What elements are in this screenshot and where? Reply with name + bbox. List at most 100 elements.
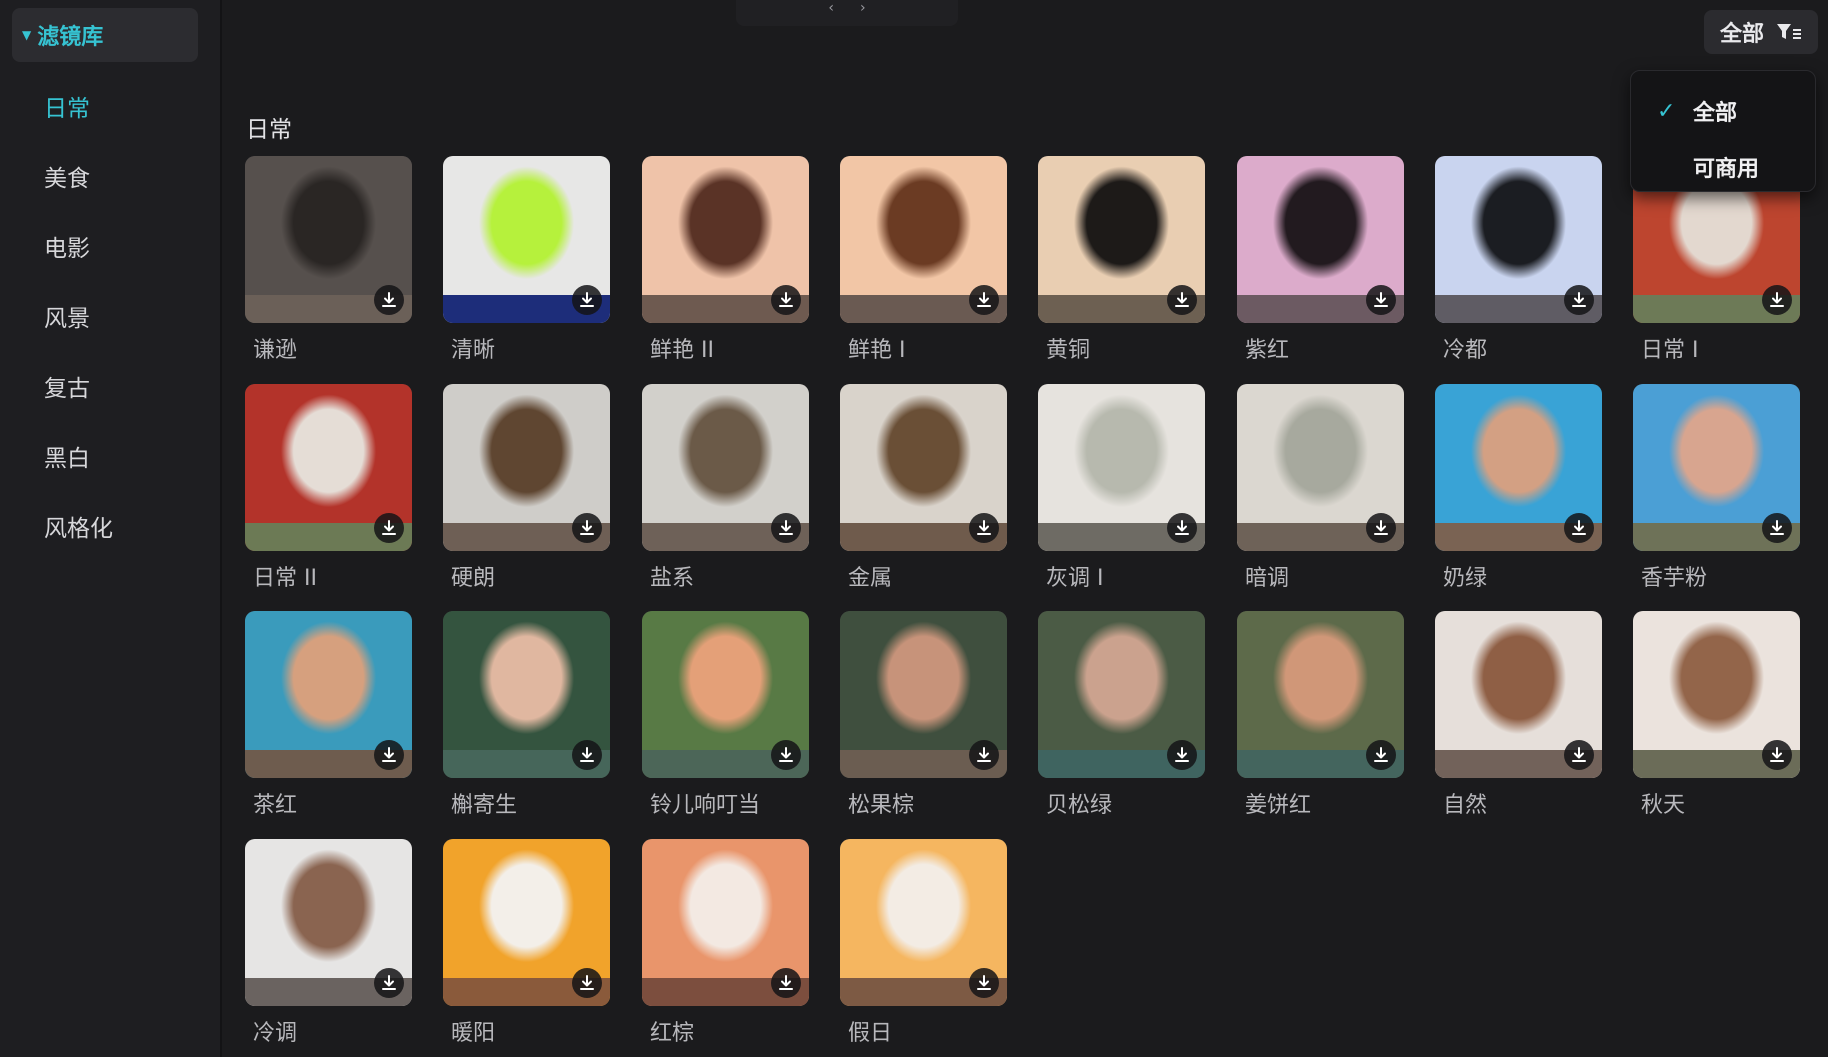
download-icon[interactable] <box>1167 285 1197 315</box>
filter-thumbnail[interactable] <box>642 156 809 323</box>
sidebar-item-category[interactable]: 黑白 <box>0 430 222 500</box>
filter-tile[interactable]: 冷都 <box>1435 156 1602 366</box>
filter-thumbnail[interactable] <box>642 384 809 551</box>
filter-thumbnail[interactable] <box>245 384 412 551</box>
download-icon[interactable] <box>969 740 999 770</box>
filter-thumbnail[interactable] <box>1038 384 1205 551</box>
filter-thumbnail[interactable] <box>1038 611 1205 778</box>
filter-tile[interactable]: 冷调 <box>245 839 412 1049</box>
filter-tile[interactable]: 灰调 I <box>1038 384 1205 594</box>
download-icon[interactable] <box>1167 513 1197 543</box>
filter-thumbnail[interactable] <box>443 384 610 551</box>
filter-tile[interactable]: 红棕 <box>642 839 809 1049</box>
filter-tile[interactable]: 紫红 <box>1237 156 1404 366</box>
download-icon[interactable] <box>1564 740 1594 770</box>
filter-tile[interactable]: 鲜艳 II <box>642 156 809 366</box>
download-icon[interactable] <box>1366 513 1396 543</box>
sidebar-item-category[interactable]: 风格化 <box>0 500 222 570</box>
download-icon[interactable] <box>1366 285 1396 315</box>
filter-tile[interactable]: 秋天 <box>1633 611 1800 821</box>
filter-thumbnail[interactable] <box>245 839 412 1006</box>
download-icon[interactable] <box>969 513 999 543</box>
filter-tile[interactable]: 茶红 <box>245 611 412 821</box>
filter-tile[interactable]: 黄铜 <box>1038 156 1205 366</box>
download-icon[interactable] <box>1564 513 1594 543</box>
filter-tile[interactable]: 暗调 <box>1237 384 1404 594</box>
filter-thumbnail[interactable] <box>1038 156 1205 323</box>
download-icon[interactable] <box>1564 285 1594 315</box>
download-icon[interactable] <box>1167 740 1197 770</box>
filter-thumbnail[interactable] <box>245 156 412 323</box>
filter-tile[interactable]: 姜饼红 <box>1237 611 1404 821</box>
filter-thumbnail[interactable] <box>840 611 1007 778</box>
filter-thumbnail[interactable] <box>1237 384 1404 551</box>
filter-thumbnail[interactable] <box>245 611 412 778</box>
filter-tile[interactable]: 槲寄生 <box>443 611 610 821</box>
filter-tile[interactable]: 盐系 <box>642 384 809 594</box>
download-icon[interactable] <box>969 968 999 998</box>
filter-thumbnail[interactable] <box>443 839 610 1006</box>
download-icon[interactable] <box>771 285 801 315</box>
filter-tile[interactable]: 自然 <box>1435 611 1602 821</box>
download-icon[interactable] <box>771 740 801 770</box>
filter-thumbnail[interactable] <box>642 839 809 1006</box>
filter-tile[interactable]: 日常 II <box>245 384 412 594</box>
filter-thumbnail[interactable] <box>1633 384 1800 551</box>
filter-tile[interactable]: 松果棕 <box>840 611 1007 821</box>
download-icon[interactable] <box>1762 740 1792 770</box>
filter-thumbnail[interactable] <box>840 839 1007 1006</box>
filter-thumbnail[interactable] <box>1435 384 1602 551</box>
filter-thumbnail[interactable] <box>1435 156 1602 323</box>
download-icon[interactable] <box>572 740 602 770</box>
filter-tile[interactable]: 假日 <box>840 839 1007 1049</box>
dropdown-option[interactable]: 可商用 <box>1631 139 1815 195</box>
filter-thumbnail[interactable] <box>1633 611 1800 778</box>
filter-label: 紫红 <box>1245 338 1290 363</box>
download-icon[interactable] <box>572 513 602 543</box>
filter-thumbnail[interactable] <box>443 156 610 323</box>
filter-tile[interactable]: 谦逊 <box>245 156 412 366</box>
sidebar-item-category[interactable]: 复古 <box>0 360 222 430</box>
filter-tile[interactable]: 贝松绿 <box>1038 611 1205 821</box>
sidebar-item-category[interactable]: 日常 <box>0 80 222 150</box>
filter-thumbnail[interactable] <box>840 156 1007 323</box>
filter-tile[interactable]: 铃儿响叮当 <box>642 611 809 821</box>
filter-label: 姜饼红 <box>1245 793 1312 818</box>
download-icon[interactable] <box>1366 740 1396 770</box>
filter-thumbnail[interactable] <box>840 384 1007 551</box>
filter-tile[interactable]: 鲜艳 I <box>840 156 1007 366</box>
filter-tile[interactable]: 香芋粉 <box>1633 384 1800 594</box>
download-icon[interactable] <box>572 285 602 315</box>
download-icon[interactable] <box>771 968 801 998</box>
download-icon[interactable] <box>374 513 404 543</box>
filter-thumbnail[interactable] <box>642 611 809 778</box>
dropdown-option[interactable]: ✓ 全部 <box>1631 83 1815 139</box>
download-icon[interactable] <box>969 285 999 315</box>
section-title: 日常 <box>246 117 292 143</box>
sidebar-item-category[interactable]: 美食 <box>0 150 222 220</box>
download-icon[interactable] <box>374 968 404 998</box>
checkmark-icon: ✓ <box>1657 98 1676 124</box>
filter-thumbnail[interactable] <box>1237 156 1404 323</box>
download-icon[interactable] <box>1762 513 1792 543</box>
sidebar-item-category[interactable]: 风景 <box>0 290 222 360</box>
filter-tile[interactable]: 清晰 <box>443 156 610 366</box>
download-icon[interactable] <box>771 513 801 543</box>
filter-tile[interactable]: 金属 <box>840 384 1007 594</box>
download-icon[interactable] <box>374 285 404 315</box>
download-icon[interactable] <box>1762 285 1792 315</box>
filter-thumbnail[interactable] <box>1435 611 1602 778</box>
filter-dropdown-button[interactable]: 全部 <box>1704 10 1818 54</box>
sidebar-item-category[interactable]: 电影 <box>0 220 222 290</box>
filter-library-header[interactable]: ▼ 滤镜库 <box>12 8 198 62</box>
download-icon[interactable] <box>572 968 602 998</box>
download-icon[interactable] <box>374 740 404 770</box>
filter-label: 贝松绿 <box>1046 793 1113 818</box>
filter-tile[interactable]: 硬朗 <box>443 384 610 594</box>
filter-thumbnail[interactable] <box>443 611 610 778</box>
filter-thumbnail[interactable] <box>1237 611 1404 778</box>
filter-tile[interactable]: 暖阳 <box>443 839 610 1049</box>
sidebar: ▼ 滤镜库 日常 美食 电影 风景 复古 黑白 风格化 <box>0 0 222 1057</box>
filter-tile[interactable]: 奶绿 <box>1435 384 1602 594</box>
top-tab-fragment-icon: › <box>860 0 866 16</box>
